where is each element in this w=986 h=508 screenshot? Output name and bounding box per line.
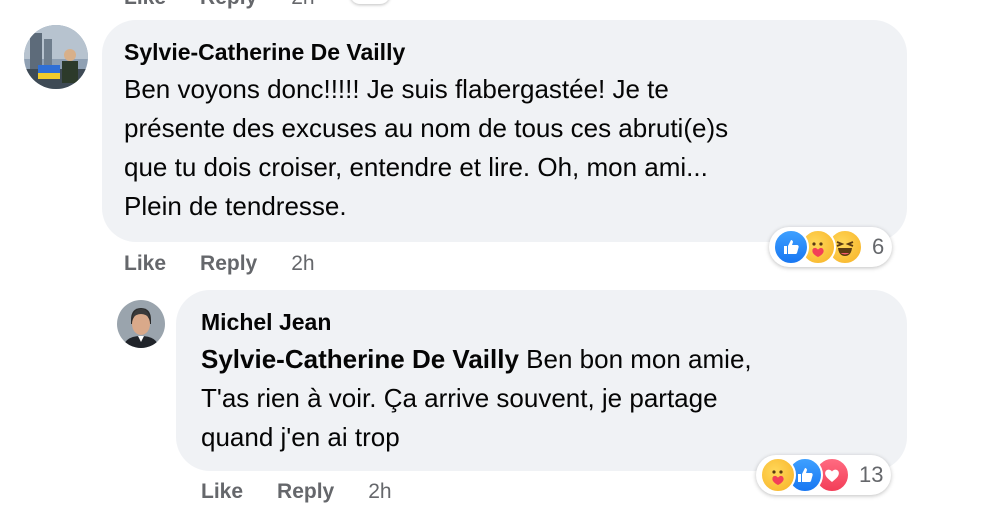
reaction-count: 6 (872, 234, 885, 259)
mention-link[interactable]: Sylvie-Catherine De Vailly (201, 344, 519, 374)
reaction-count: 13 (859, 462, 884, 487)
reply-actions: Like Reply 2h (201, 480, 392, 504)
reply-avatar[interactable] (117, 300, 165, 348)
comment-text-line: que tu dois croiser, entendre et lire. O… (124, 152, 708, 182)
comment-actions: Like Reply 2h (124, 252, 315, 276)
comment-text-line: Plein de tendresse. (124, 191, 347, 221)
comment-author[interactable]: Sylvie-Catherine De Vailly (124, 39, 405, 66)
comment-reactions[interactable]: 6 (769, 227, 893, 267)
reply-author[interactable]: Michel Jean (201, 309, 331, 336)
reply-text-rest: Ben bon mon amie, (518, 344, 752, 374)
previous-timestamp[interactable]: 2h (291, 0, 314, 10)
reply-button[interactable]: Reply (200, 252, 257, 276)
comment-text-line: Ben voyons donc!!!!! Je suis flabergasté… (124, 74, 669, 104)
previous-like-button[interactable]: Like (124, 0, 166, 10)
avatar-photo (24, 25, 88, 89)
previous-reply-button[interactable]: Reply (200, 0, 257, 10)
like-icon (773, 229, 809, 265)
timestamp[interactable]: 2h (291, 252, 314, 276)
comment-text-line: présente des excuses au nom de tous ces … (124, 113, 729, 143)
avatar[interactable] (24, 25, 88, 89)
previous-reactions-pill[interactable] (350, 0, 390, 4)
like-button[interactable]: Like (124, 252, 166, 276)
comment-text: Ben voyons donc!!!!! Je suis flabergasté… (124, 70, 894, 226)
like-button[interactable]: Like (201, 480, 243, 504)
reply-text: Sylvie-Catherine De Vailly Ben bon mon a… (201, 340, 901, 457)
reply-button[interactable]: Reply (277, 480, 334, 504)
reply-avatar-photo (117, 300, 165, 348)
previous-comment-actions: Like Reply 2h (124, 0, 349, 10)
reply-text-line: quand j'en ai trop (201, 422, 400, 452)
reply-text-line: T'as rien à voir. Ça arrive souvent, je … (201, 383, 718, 413)
care-icon (760, 457, 796, 493)
timestamp[interactable]: 2h (368, 480, 391, 504)
reply-text-line: Sylvie-Catherine De Vailly Ben bon mon a… (201, 340, 901, 379)
reply-reactions[interactable]: 13 (756, 455, 892, 495)
